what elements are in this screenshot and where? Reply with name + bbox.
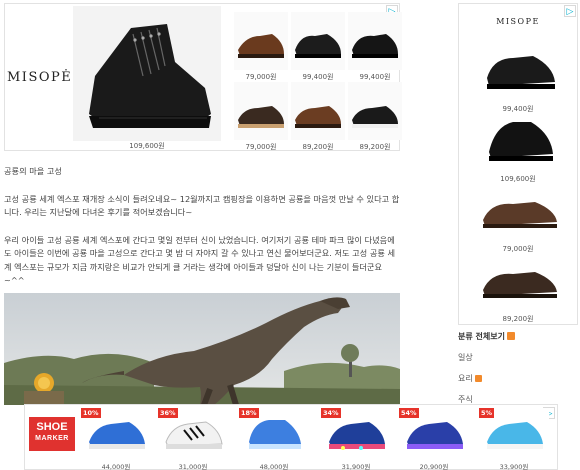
shoe-price: 31,900원 — [341, 463, 371, 470]
shoe-price: 89,200원 — [359, 143, 391, 151]
discount-badge: 36% — [158, 408, 178, 418]
dinosaur-photo — [4, 293, 400, 405]
rss-icon[interactable] — [474, 375, 482, 382]
shoe-price: 79,000원 — [245, 143, 277, 151]
shoe-price: 48,000원 — [259, 463, 289, 470]
discount-badge: 18% — [239, 408, 259, 418]
category-item[interactable]: 요리 — [458, 373, 578, 384]
shoe-price: 44,000원 — [101, 463, 131, 470]
shoe-product[interactable]: 18% 48,000원 — [239, 408, 309, 470]
shoe-product[interactable]: 99,400원 — [348, 12, 402, 82]
shoe-product[interactable]: 5% 33,900원 — [479, 408, 549, 470]
discount-badge: 10% — [81, 408, 101, 418]
bottom-shoe-ad[interactable]: ▷ SHOE MARKER 10% 44,000원 36% 31,000원 18… — [24, 404, 558, 470]
shoe-product[interactable]: 99,400원 — [291, 12, 345, 82]
logo-line: MARKER — [35, 435, 69, 442]
ad-brand-logo: MISOPE — [496, 17, 540, 26]
shoe-price: 89,200원 — [302, 143, 334, 151]
category-item-label[interactable]: 주식 — [458, 395, 473, 404]
discount-badge: 5% — [479, 408, 495, 418]
shoe-price: 79,000원 — [245, 73, 277, 81]
rss-icon[interactable] — [506, 332, 515, 340]
shoe-price: 99,400원 — [359, 73, 391, 81]
shoe-product[interactable]: 54% 20,900원 — [399, 408, 469, 470]
article-paragraph: 우리 아이들 고성 공룡 세계 엑스포에 간다고 몇일 전부터 신이 났었습니다… — [4, 234, 396, 286]
shoe-price: 20,900원 — [419, 463, 449, 470]
discount-badge: 34% — [321, 408, 341, 418]
shoe-product[interactable]: 109,600원 — [469, 112, 567, 184]
featured-shoe-price: 109,600원 — [129, 142, 165, 150]
shoe-price: 99,400원 — [302, 73, 334, 81]
category-title-label[interactable]: 분류 전체보기 — [458, 332, 505, 341]
shoe-product[interactable]: 79,000원 — [234, 12, 288, 82]
shoe-product[interactable]: 34% 31,900원 — [321, 408, 391, 470]
logo-line: SHOE — [36, 421, 68, 433]
ad-brand-logo: MISOPĖ — [7, 70, 73, 85]
category-sidebar: 분류 전체보기 일상 요리 주식 — [458, 331, 578, 405]
blog-article: 공룡의 마을 고성 고성 공룡 세계 엑스포 재개장 소식이 들려오네요~ 12… — [4, 165, 400, 288]
shoe-marker-logo: SHOE MARKER — [29, 417, 75, 451]
category-item[interactable]: 일상 — [458, 352, 578, 363]
shoe-product[interactable]: 79,000원 — [234, 82, 288, 152]
shoe-product[interactable]: 99,400원 — [469, 42, 567, 114]
shoe-product[interactable]: 89,200원 — [469, 252, 567, 324]
category-item-label[interactable]: 일상 — [458, 353, 473, 362]
category-title[interactable]: 분류 전체보기 — [458, 331, 578, 342]
shoe-product[interactable]: 89,200원 — [291, 82, 345, 152]
shoe-price: 33,900원 — [499, 463, 529, 470]
discount-badge: 54% — [399, 408, 419, 418]
shoe-product[interactable]: 10% 44,000원 — [81, 408, 151, 470]
shoe-price: 89,200원 — [502, 315, 534, 323]
top-shoe-ad[interactable]: ▷ MISOPĖ 109,600원 79,000원 99,400원 99,400… — [4, 3, 402, 152]
shoe-product[interactable]: 79,000원 — [469, 182, 567, 254]
shoe-product[interactable]: 36% 31,000원 — [158, 408, 228, 470]
category-item-label[interactable]: 요리 — [458, 374, 473, 383]
shoe-product[interactable]: 89,200원 — [348, 82, 402, 152]
sidebar-shoe-ad[interactable]: ▷ MISOPE 99,400원 109,600원 79,000원 89,200… — [458, 3, 578, 325]
article-paragraph: 고성 공룡 세계 엑스포 재개장 소식이 들려오네요~ 12월까지고 캠핑장을 … — [4, 193, 400, 218]
article-heading: 공룡의 마을 고성 — [4, 166, 62, 176]
adchoices-icon[interactable]: ▷ — [564, 5, 576, 17]
featured-shoe-image[interactable] — [73, 6, 221, 141]
shoe-price: 31,000원 — [178, 463, 208, 470]
